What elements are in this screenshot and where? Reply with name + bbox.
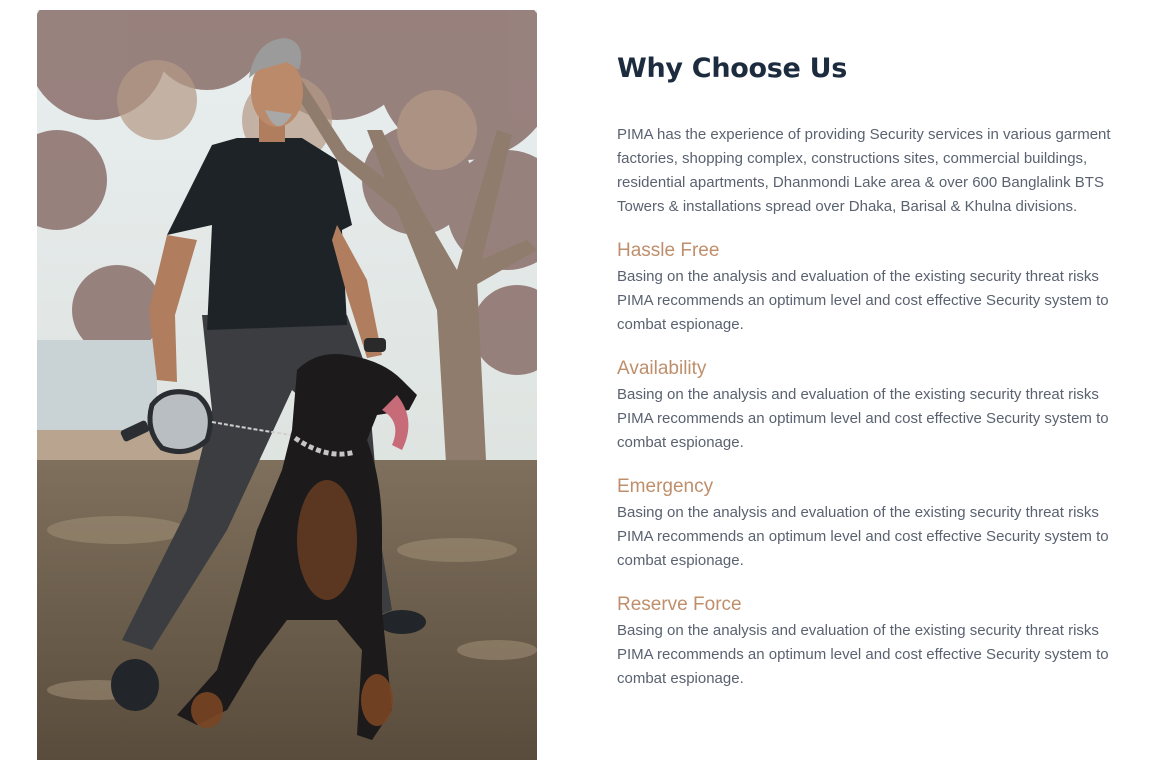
feature-reserve-force: Reserve Force Basing on the analysis and… [617,593,1137,691]
feature-title: Hassle Free [617,240,720,261]
feature-title: Emergency [617,476,714,497]
feature-emergency: Emergency Basing on the analysis and eva… [617,475,1137,573]
feature-availability: Availability Basing on the analysis and … [617,357,1137,455]
feature-text: Basing on the analysis and evaluation of… [617,268,1109,333]
feature-hassle-free: Hassle Free Basing on the analysis and e… [617,239,1137,337]
feature-text: Basing on the analysis and evaluation of… [617,622,1109,687]
section-intro: PIMA has the experience of providing Sec… [617,126,1111,215]
section-title: Why Choose Us [617,53,848,84]
why-choose-us-section: Why Choose Us PIMA has the experience of… [617,48,1137,691]
feature-text: Basing on the analysis and evaluation of… [617,504,1109,569]
guard-with-dog-photo [37,10,537,760]
feature-title: Reserve Force [617,594,742,615]
feature-title: Availability [617,358,707,379]
feature-text: Basing on the analysis and evaluation of… [617,386,1109,451]
